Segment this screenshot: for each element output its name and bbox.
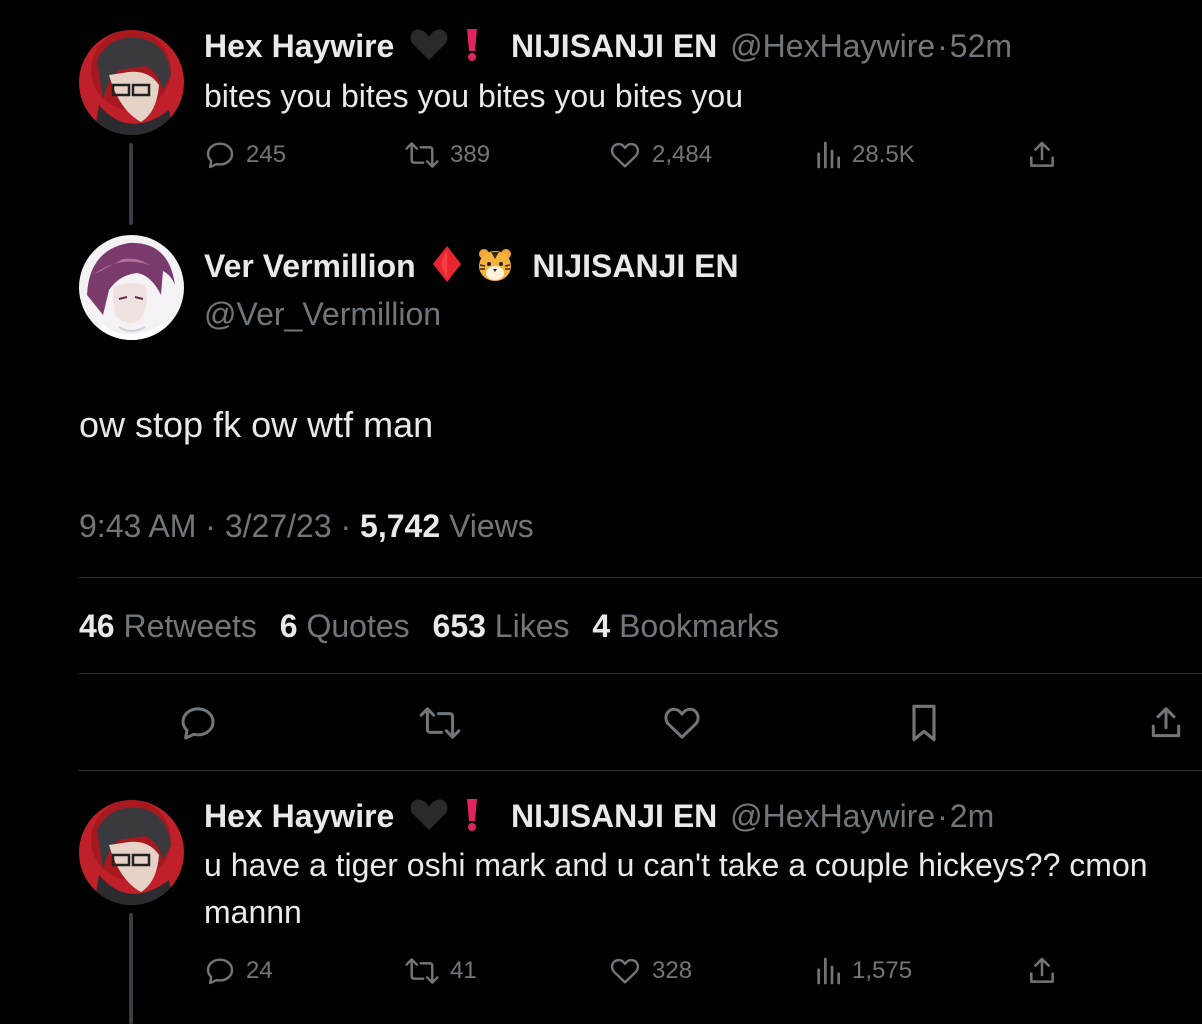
author-handle[interactable]: @HexHaywire — [730, 798, 935, 834]
bookmark-button[interactable] — [902, 701, 946, 745]
engagement-stats: 46 Retweets 6 Quotes 653 Likes 4 Bookmar… — [79, 605, 793, 647]
bookmarks-stat[interactable]: 4 Bookmarks — [592, 608, 779, 644]
red-diamond-icon — [431, 245, 463, 293]
thread-line — [129, 913, 133, 1024]
exclamation-icon — [464, 798, 480, 840]
heart-icon — [610, 142, 640, 168]
exclamation-icon — [464, 28, 480, 70]
retweet-button[interactable]: 41 — [404, 954, 477, 988]
black-heart-icon — [409, 28, 449, 70]
share-icon — [1151, 707, 1181, 738]
likes-stat[interactable]: 653 Likes — [433, 608, 570, 644]
author-affiliation: NIJISANJI EN — [511, 28, 718, 64]
reply-text-line-1: u have a tiger oshi mark and u can't tak… — [204, 847, 1148, 883]
divider — [79, 770, 1202, 771]
main-tweet-header: Ver Vermillion NIJISANJI EN @Ver_Vermill… — [204, 245, 739, 335]
tweet-date[interactable]: 3/27/23 — [225, 508, 332, 544]
retweets-stat[interactable]: 46 Retweets — [79, 608, 257, 644]
reply-text-line-2: mannn — [204, 894, 302, 930]
avatar-ver-vermillion[interactable] — [79, 235, 184, 340]
reply-header: Hex Haywire NIJISANJI EN @HexHaywire·2m — [204, 797, 994, 840]
retweets-label: Retweets — [123, 608, 257, 644]
bookmarks-count: 4 — [592, 608, 611, 644]
main-tweet-text: ow stop fk ow wtf man — [79, 404, 434, 445]
reply-button[interactable]: 245 — [204, 138, 286, 172]
reply-icon — [181, 707, 215, 740]
retweet-button[interactable]: 389 — [404, 138, 490, 172]
author-name[interactable]: Hex Haywire — [204, 798, 394, 834]
bookmarks-label: Bookmarks — [619, 608, 780, 644]
share-button[interactable] — [1026, 138, 1058, 172]
tweet-meta: 9:43 AM · 3/27/23 · 5,742 Views — [79, 505, 534, 547]
author-handle[interactable]: @HexHaywire — [730, 28, 935, 64]
separator-dot: · — [205, 508, 225, 544]
like-count: 328 — [652, 957, 693, 984]
share-icon — [1030, 141, 1054, 167]
views-button[interactable]: 28.5K — [814, 138, 915, 172]
views-label: Views — [449, 508, 534, 544]
reply-actions: 24 41 328 1,575 — [204, 954, 1064, 988]
retweet-button[interactable] — [418, 701, 462, 745]
views-count: 28.5K — [852, 141, 915, 168]
share-icon — [1030, 957, 1054, 983]
tweet-text: bites you bites you bites you bites you — [204, 78, 743, 114]
views-count: 5,742 — [360, 508, 441, 544]
heart-icon — [610, 958, 640, 984]
black-heart-icon — [409, 798, 449, 840]
author-affiliation: NIJISANJI EN — [532, 248, 739, 284]
author-handle[interactable]: @Ver_Vermillion — [204, 293, 739, 335]
reply-count: 245 — [246, 141, 287, 168]
reply-count: 24 — [246, 957, 273, 984]
retweet-icon — [405, 958, 439, 984]
divider — [79, 577, 1202, 578]
retweet-icon — [405, 142, 439, 168]
reply-button[interactable]: 24 — [204, 954, 273, 988]
tweet-time[interactable]: 52m — [950, 28, 1012, 64]
retweet-icon — [419, 707, 461, 739]
quotes-stat[interactable]: 6 Quotes — [280, 608, 410, 644]
author-name[interactable]: Ver Vermillion — [204, 248, 416, 284]
tweet-time[interactable]: 2m — [950, 798, 994, 834]
heart-icon — [664, 707, 700, 739]
avatar-hex-haywire[interactable] — [79, 30, 184, 135]
separator-dot: · — [340, 508, 361, 544]
tiger-face-icon — [477, 247, 513, 293]
share-button[interactable] — [1026, 954, 1058, 988]
quotes-label: Quotes — [306, 608, 410, 644]
thread-line — [129, 143, 133, 225]
retweets-count: 46 — [79, 608, 115, 644]
quotes-count: 6 — [279, 608, 298, 644]
like-button[interactable]: 2,484 — [608, 138, 712, 172]
views-button[interactable]: 1,575 — [814, 954, 912, 988]
likes-count: 653 — [432, 608, 486, 644]
separator-dot: · — [937, 28, 948, 64]
author-affiliation: NIJISANJI EN — [511, 798, 718, 834]
avatar-hex-haywire[interactable] — [79, 800, 184, 905]
tweet-time[interactable]: 9:43 AM — [79, 508, 196, 544]
author-name[interactable]: Hex Haywire — [204, 28, 394, 64]
share-button[interactable] — [1144, 701, 1188, 745]
main-tweet-actions — [0, 701, 1202, 747]
reply-button[interactable] — [176, 701, 220, 745]
likes-label: Likes — [494, 608, 570, 644]
analytics-icon — [817, 141, 840, 169]
tweet-header: Hex Haywire NIJISANJI EN @HexHaywire·52m — [204, 27, 1012, 70]
reply-icon — [206, 958, 234, 985]
retweet-count: 389 — [450, 141, 491, 168]
reply-icon — [206, 142, 234, 169]
analytics-icon — [817, 957, 840, 985]
tweet-actions: 245 389 2,484 28.5K — [204, 138, 1064, 172]
like-button[interactable] — [660, 701, 704, 745]
bookmark-icon — [912, 704, 936, 742]
divider — [79, 673, 1202, 674]
views-count: 1,575 — [852, 957, 913, 984]
separator-dot: · — [937, 798, 948, 834]
like-button[interactable]: 328 — [608, 954, 692, 988]
retweet-count: 41 — [450, 957, 477, 984]
like-count: 2,484 — [652, 141, 713, 168]
